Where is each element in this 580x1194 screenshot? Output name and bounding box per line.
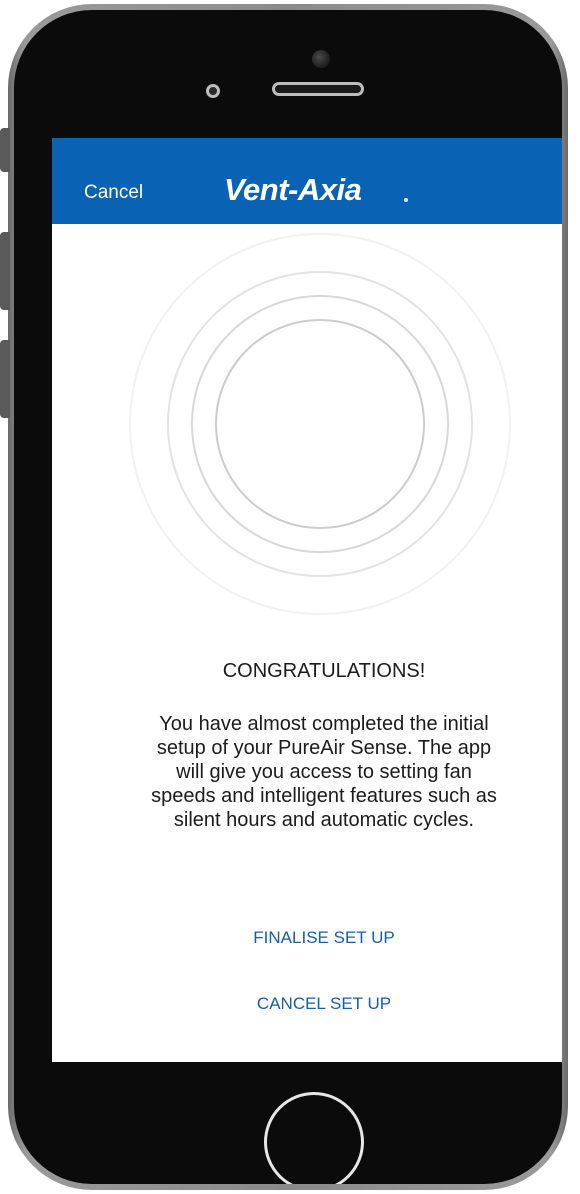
setup-description: You have almost completed the initial se…: [151, 713, 497, 831]
vent-axia-logo: Vent-Axia: [224, 172, 362, 207]
logo-trademark-dot: [404, 198, 408, 202]
earpiece-speaker-icon: [272, 82, 364, 96]
ring-2: [191, 295, 449, 553]
cancel-button[interactable]: Cancel: [84, 182, 143, 204]
ring-3: [167, 271, 473, 577]
mute-switch: [0, 128, 10, 172]
app-screen: Cancel Vent-Axia CONGRATULATIONS! You ha…: [52, 138, 562, 1062]
proximity-sensor-icon: [206, 84, 220, 98]
congratulations-heading: CONGRATULATIONS!: [222, 660, 426, 682]
finalise-setup-button[interactable]: FINALISE SET UP: [52, 928, 562, 948]
home-button-icon[interactable]: [264, 1092, 364, 1184]
ring-inner: [215, 319, 425, 529]
volume-down-button: [0, 340, 10, 418]
phone-body: Cancel Vent-Axia CONGRATULATIONS! You ha…: [14, 10, 562, 1184]
phone-frame: Cancel Vent-Axia CONGRATULATIONS! You ha…: [8, 4, 568, 1190]
front-camera-icon: [312, 50, 330, 68]
concentric-rings-icon: [129, 233, 511, 615]
app-header: Cancel Vent-Axia: [52, 138, 562, 224]
cancel-setup-button[interactable]: CANCEL SET UP: [52, 994, 562, 1014]
volume-up-button: [0, 232, 10, 310]
ring-outer: [129, 233, 511, 615]
